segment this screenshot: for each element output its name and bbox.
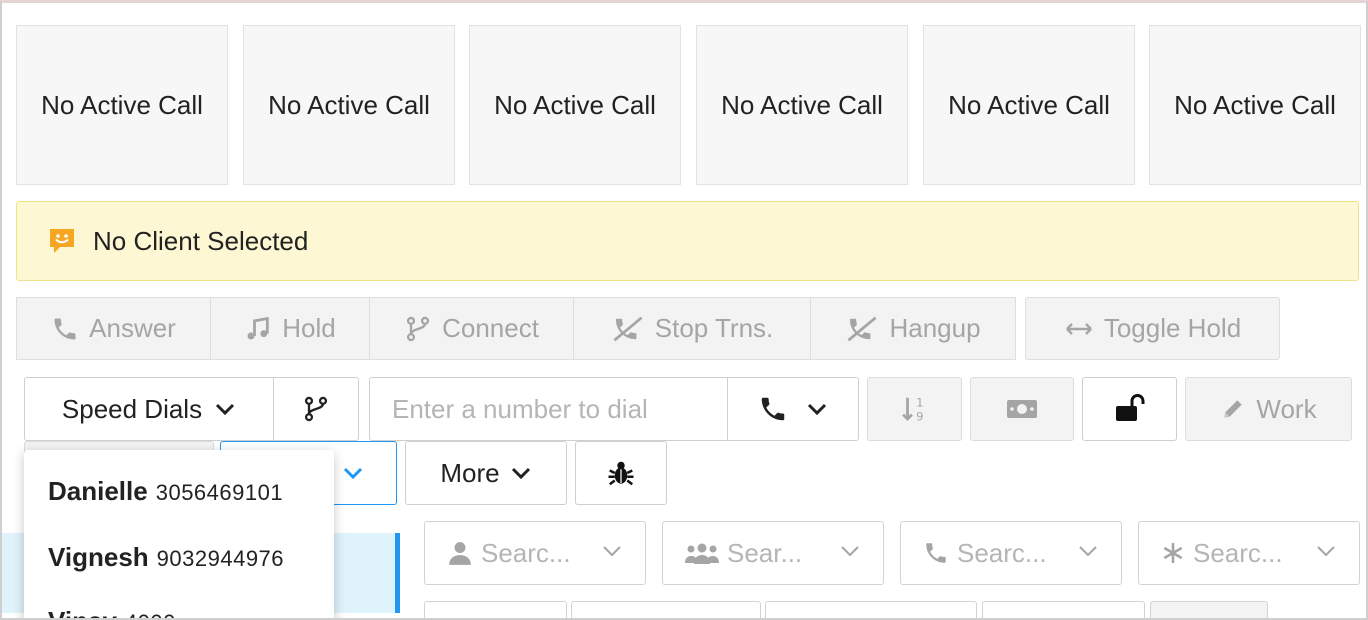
- users-icon: [685, 543, 719, 564]
- money-button[interactable]: [970, 377, 1074, 441]
- speed-dial-item[interactable]: Danielle 3056469101: [48, 476, 283, 507]
- asterisk-icon: [1163, 543, 1183, 563]
- arrows-horizontal-icon: [1065, 322, 1092, 335]
- filter-stub[interactable]: [424, 601, 567, 618]
- sort-numeric-icon: 19: [901, 397, 923, 423]
- speed-dials-menu: Danielle 3056469101 Vignesh 9032944976 Vin…: [24, 450, 334, 618]
- chat-smile-icon: [47, 226, 77, 256]
- speed-dial-name: Vignesh: [48, 542, 149, 572]
- phone-slash-icon: [847, 316, 877, 341]
- speed-dial-number: 9032944976: [156, 546, 285, 571]
- lock-button[interactable]: [1082, 377, 1177, 441]
- search-phone-placeholder: Searc...: [957, 537, 1047, 568]
- chevron-down-icon: [603, 546, 621, 557]
- stop-transfer-label: Stop Trns.: [654, 313, 774, 343]
- branch-icon: [406, 316, 430, 341]
- search-group-placeholder: Sear...: [727, 537, 803, 568]
- call-slot-label: No Active Call: [1174, 89, 1336, 120]
- call-slot-label: No Active Call: [721, 89, 883, 120]
- phone-icon: [926, 543, 946, 563]
- work-label: Work: [1256, 393, 1317, 424]
- answer-label: Answer: [89, 313, 176, 343]
- phone-icon: [54, 318, 76, 339]
- call-slot-label: No Active Call: [41, 89, 203, 120]
- chevron-down-icon: [511, 467, 530, 480]
- call-slot-4[interactable]: No Active Call: [696, 25, 908, 185]
- call-slot-3[interactable]: No Active Call: [469, 25, 681, 185]
- hold-label: Hold: [282, 313, 336, 343]
- transfer-branch-button[interactable]: [273, 377, 359, 441]
- search-user-placeholder: Searc...: [481, 537, 571, 568]
- sort-button[interactable]: 19: [867, 377, 962, 441]
- filter-stub[interactable]: [982, 601, 1145, 618]
- svg-text:9: 9: [916, 410, 923, 423]
- pencil-icon: [1224, 400, 1243, 418]
- branch-icon: [304, 396, 328, 422]
- music-note-icon: [247, 316, 269, 339]
- chevron-down-icon: [343, 467, 363, 480]
- money-icon: [1007, 400, 1037, 418]
- phone-icon: [761, 397, 785, 421]
- filter-stub[interactable]: [571, 601, 761, 618]
- svg-text:1: 1: [916, 397, 923, 410]
- softphone-panel: No Active Call No Active Call No Active …: [0, 0, 1368, 620]
- chevron-down-icon: [1079, 546, 1097, 557]
- filter-stub[interactable]: [1150, 601, 1268, 618]
- scrollbar-thumb[interactable]: [395, 533, 400, 613]
- dial-number-placeholder: Enter a number to dial: [392, 393, 648, 424]
- speed-dial-number: 3056469101: [155, 480, 284, 505]
- dial-number-input[interactable]: Enter a number to dial: [369, 377, 727, 441]
- debug-button[interactable]: [575, 441, 667, 505]
- chevron-down-icon: [807, 403, 827, 416]
- dial-call-button[interactable]: [727, 377, 859, 441]
- call-slot-1[interactable]: No Active Call: [16, 25, 228, 185]
- search-phone-input[interactable]: Searc...: [900, 521, 1122, 585]
- chevron-down-icon: [1317, 546, 1335, 557]
- answer-button[interactable]: Answer: [16, 297, 211, 360]
- client-status-label: No Client Selected: [93, 225, 309, 256]
- call-slot-2[interactable]: No Active Call: [243, 25, 455, 185]
- speed-dial-name: Vinay: [48, 606, 117, 618]
- client-status-bar: No Client Selected: [16, 201, 1359, 281]
- toggle-hold-label: Toggle Hold: [1103, 313, 1242, 343]
- chevron-down-icon: [841, 546, 859, 557]
- toggle-hold-button[interactable]: Toggle Hold: [1025, 297, 1280, 360]
- call-slot-label: No Active Call: [494, 89, 656, 120]
- search-user-input[interactable]: Searc...: [424, 521, 646, 585]
- work-button[interactable]: Work: [1185, 377, 1352, 441]
- search-group-input[interactable]: Sear...: [662, 521, 884, 585]
- speed-dial-number: 4000: [125, 610, 176, 618]
- connect-button[interactable]: Connect: [369, 297, 574, 360]
- speed-dial-item[interactable]: Vignesh 9032944976: [48, 542, 284, 573]
- speed-dials-label: Speed Dials: [61, 393, 203, 424]
- call-slot-5[interactable]: No Active Call: [923, 25, 1135, 185]
- phone-slash-icon: [613, 316, 643, 341]
- speed-dial-item[interactable]: Vinay 4000: [48, 606, 176, 618]
- search-all-input[interactable]: Searc...: [1138, 521, 1360, 585]
- stop-transfer-button[interactable]: Stop Trns.: [573, 297, 811, 360]
- bug-icon: [608, 461, 634, 486]
- call-slot-label: No Active Call: [268, 89, 430, 120]
- speed-dial-name: Danielle: [48, 476, 148, 506]
- speed-dials-button[interactable]: Speed Dials: [24, 377, 274, 441]
- hangup-button[interactable]: Hangup: [810, 297, 1016, 360]
- more-label: More: [440, 457, 500, 488]
- search-all-placeholder: Searc...: [1193, 537, 1283, 568]
- call-slot-6[interactable]: No Active Call: [1149, 25, 1361, 185]
- more-button[interactable]: More: [405, 441, 567, 505]
- unlock-icon: [1115, 394, 1144, 421]
- hold-button[interactable]: Hold: [210, 297, 370, 360]
- chevron-down-icon: [216, 403, 235, 416]
- hangup-label: Hangup: [889, 313, 981, 343]
- connect-label: Connect: [442, 313, 539, 343]
- user-icon: [449, 542, 471, 565]
- call-slot-label: No Active Call: [948, 89, 1110, 120]
- filter-stub[interactable]: [765, 601, 977, 618]
